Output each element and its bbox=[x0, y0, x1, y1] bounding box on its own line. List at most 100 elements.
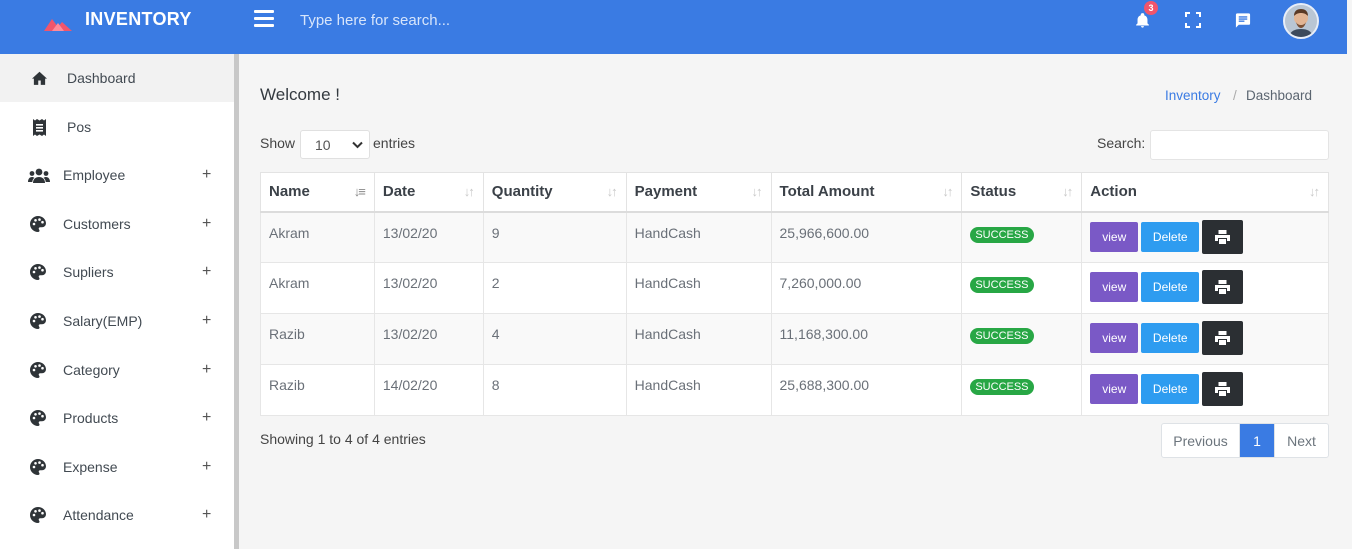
expand-plus-icon[interactable]: + bbox=[202, 458, 211, 476]
users-icon bbox=[27, 166, 51, 184]
table-row: Akram 13/02/20 9 HandCash 25,966,600.00 … bbox=[260, 211, 1329, 263]
cell-date: 13/02/20 bbox=[373, 262, 484, 314]
cell-quantity: 2 bbox=[482, 262, 627, 314]
home-icon bbox=[30, 69, 48, 87]
column-header-name[interactable]: Name ↓≡ bbox=[260, 172, 375, 213]
cell-name: Razib bbox=[260, 313, 375, 365]
avatar[interactable] bbox=[1283, 3, 1319, 39]
cell-name: Akram bbox=[260, 211, 375, 263]
delete-button[interactable]: Delete bbox=[1141, 323, 1200, 353]
table-info: Showing 1 to 4 of 4 entries bbox=[260, 431, 426, 447]
delete-button[interactable]: Delete bbox=[1141, 374, 1200, 404]
sidebar-item-label: Supliers bbox=[63, 264, 114, 280]
entries-label: entries bbox=[373, 135, 416, 151]
sidebar-item-label: Attendance bbox=[63, 507, 134, 523]
column-header-payment[interactable]: Payment ↓↑ bbox=[625, 172, 772, 213]
pagination-next-button[interactable]: Next bbox=[1274, 424, 1328, 457]
sidebar-item-category[interactable]: Category + bbox=[0, 346, 234, 394]
sidebar-item-pos[interactable]: Pos bbox=[0, 103, 234, 151]
palette-icon bbox=[29, 506, 47, 524]
print-icon[interactable] bbox=[1202, 270, 1244, 304]
entries-per-page-select[interactable]: 10 bbox=[300, 130, 370, 159]
notification-badge: 3 bbox=[1144, 1, 1158, 15]
column-header-total-amount[interactable]: Total Amount ↓↑ bbox=[770, 172, 963, 213]
chat-icon[interactable] bbox=[1233, 10, 1253, 30]
top-search-input[interactable] bbox=[300, 8, 600, 32]
status-badge: SUCCESS bbox=[970, 226, 1034, 243]
pagination-previous-button[interactable]: Previous bbox=[1162, 424, 1240, 457]
sidebar-item-label: Category bbox=[63, 362, 120, 378]
cell-total: 11,168,300.00 bbox=[770, 313, 963, 365]
sidebar-item-label: Dashboard bbox=[67, 70, 136, 86]
expand-plus-icon[interactable]: + bbox=[202, 312, 211, 330]
cell-date: 14/02/20 bbox=[373, 364, 484, 416]
pagination-page-button[interactable]: 1 bbox=[1240, 424, 1274, 457]
sidebar-item-employee[interactable]: Employee + bbox=[0, 151, 234, 199]
column-header-status[interactable]: Status ↓↑ bbox=[961, 172, 1083, 213]
brand-logo[interactable]: INVENTORY bbox=[0, 0, 238, 54]
breadcrumb-link-inventory[interactable]: Inventory bbox=[1165, 88, 1221, 103]
sidebar-item-dashboard[interactable]: Dashboard bbox=[0, 54, 234, 102]
sidebar-item-label: Salary(EMP) bbox=[63, 313, 143, 329]
delete-button[interactable]: Delete bbox=[1141, 221, 1200, 252]
column-header-action[interactable]: Action ↓↑ bbox=[1081, 172, 1329, 213]
sidebar-item-label: Pos bbox=[67, 119, 92, 135]
cell-status: SUCCESS bbox=[961, 211, 1083, 263]
table-row: Razib 14/02/20 8 HandCash 25,688,300.00 … bbox=[260, 364, 1329, 416]
show-label: Show bbox=[260, 135, 296, 151]
table-row: Akram 13/02/20 2 HandCash 7,260,000.00 S… bbox=[260, 262, 1329, 314]
table-search-input[interactable] bbox=[1150, 130, 1329, 160]
sidebar-item-label: Employee bbox=[63, 167, 126, 183]
table-header-row: Name ↓≡ Date ↓↑ Quantity ↓↑ Payment ↓↑ Total… bbox=[260, 172, 1329, 213]
print-icon[interactable] bbox=[1202, 372, 1244, 406]
expand-plus-icon[interactable]: + bbox=[202, 506, 211, 524]
hamburger-icon[interactable] bbox=[254, 10, 274, 28]
sidebar-item-customers[interactable]: Customers + bbox=[0, 200, 234, 248]
cell-name: Razib bbox=[260, 364, 375, 416]
view-button[interactable]: view bbox=[1090, 272, 1139, 302]
expand-plus-icon[interactable]: + bbox=[202, 263, 211, 281]
status-badge: SUCCESS bbox=[970, 277, 1034, 293]
palette-icon bbox=[29, 458, 47, 476]
cell-quantity: 4 bbox=[482, 313, 627, 365]
sidebar-item-label: Products bbox=[63, 410, 119, 426]
print-icon[interactable] bbox=[1202, 219, 1244, 254]
cell-date: 13/02/20 bbox=[373, 211, 484, 263]
print-icon[interactable] bbox=[1202, 321, 1244, 355]
expand-plus-icon[interactable]: + bbox=[202, 215, 211, 233]
palette-icon bbox=[29, 263, 47, 281]
expand-plus-icon[interactable]: + bbox=[202, 166, 211, 184]
cell-total: 7,260,000.00 bbox=[770, 262, 963, 314]
cell-status: SUCCESS bbox=[961, 364, 1083, 416]
cell-date: 13/02/20 bbox=[373, 313, 484, 365]
brand-name: INVENTORY bbox=[85, 8, 192, 29]
view-button[interactable]: view bbox=[1090, 221, 1139, 252]
column-header-date[interactable]: Date ↓↑ bbox=[373, 172, 484, 213]
expand-plus-icon[interactable]: + bbox=[202, 361, 211, 379]
status-badge: SUCCESS bbox=[970, 328, 1034, 344]
receipt-icon bbox=[30, 118, 48, 136]
delete-button[interactable]: Delete bbox=[1141, 272, 1200, 302]
breadcrumb-current: Dashboard bbox=[1246, 88, 1313, 103]
sidebar-item-expense[interactable]: Expense + bbox=[0, 443, 234, 491]
top-navbar: INVENTORY 3 bbox=[0, 0, 1347, 54]
palette-icon bbox=[29, 409, 47, 427]
cell-payment: HandCash bbox=[625, 211, 772, 263]
sidebar-item-attendance[interactable]: Attendance + bbox=[0, 491, 234, 539]
sidebar-item-products[interactable]: Products + bbox=[0, 394, 234, 442]
cell-actions: view Delete bbox=[1081, 262, 1329, 314]
entries-select-value: 10 bbox=[315, 137, 331, 153]
view-button[interactable]: view bbox=[1090, 374, 1139, 404]
sidebar-item-supliers[interactable]: Supliers + bbox=[0, 248, 234, 296]
column-header-quantity[interactable]: Quantity ↓↑ bbox=[482, 172, 627, 213]
expand-plus-icon[interactable]: + bbox=[202, 409, 211, 427]
status-badge: SUCCESS bbox=[970, 379, 1034, 395]
sidebar-item-salary[interactable]: Salary(EMP) + bbox=[0, 297, 234, 345]
cell-status: SUCCESS bbox=[961, 313, 1083, 365]
fullscreen-icon[interactable] bbox=[1183, 10, 1203, 30]
view-button[interactable]: view bbox=[1090, 323, 1139, 353]
sort-icon: ↓↑ bbox=[463, 184, 475, 199]
sort-icon: ↓↑ bbox=[1309, 184, 1320, 199]
sales-table: Name ↓≡ Date ↓↑ Quantity ↓↑ Payment ↓↑ Total… bbox=[260, 172, 1329, 416]
table-row: Razib 13/02/20 4 HandCash 11,168,300.00 … bbox=[260, 313, 1329, 365]
